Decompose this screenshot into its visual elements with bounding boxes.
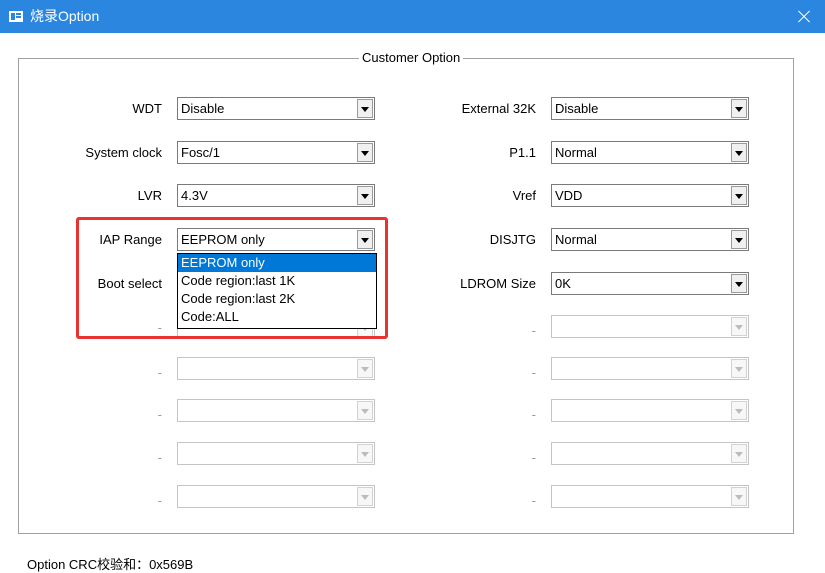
chevron-down-icon[interactable]: [731, 143, 747, 162]
ldrom-size-label: LDROM Size: [460, 276, 536, 291]
chevron-down-icon: [357, 444, 373, 463]
lvr-select[interactable]: 4.3V: [177, 184, 375, 207]
ldrom-size-value: 0K: [555, 276, 571, 291]
chevron-down-icon[interactable]: [357, 99, 373, 118]
empty-option-select: [551, 315, 749, 338]
wdt-label: WDT: [132, 101, 162, 116]
chevron-down-icon: [731, 317, 747, 336]
chevron-down-icon: [731, 444, 747, 463]
lvr-value: 4.3V: [181, 188, 208, 203]
empty-option-label: -: [157, 493, 162, 508]
external-32k-select[interactable]: Disable: [551, 97, 749, 120]
vref-value: VDD: [555, 188, 583, 203]
system-clock-value: Fosc/1: [181, 145, 221, 160]
app-window-icon: [9, 11, 23, 22]
title-bar: 烧录Option: [0, 0, 825, 33]
chevron-down-icon[interactable]: [357, 143, 373, 162]
group-title: Customer Option: [359, 50, 464, 66]
external-32k-label: External 32K: [461, 101, 536, 116]
empty-option-label: -: [157, 407, 162, 422]
vref-select[interactable]: VDD: [551, 184, 749, 207]
empty-option-select: [177, 357, 375, 380]
system-clock-label: System clock: [85, 145, 162, 160]
close-button[interactable]: [781, 0, 825, 33]
disjtg-value: Normal: [555, 232, 597, 247]
chevron-down-icon[interactable]: [357, 186, 373, 205]
option-crc-checksum: Option CRC校验和：0x569B: [27, 557, 194, 572]
lvr-label: LVR: [137, 188, 162, 203]
empty-option-label: -: [531, 323, 536, 338]
chevron-down-icon: [357, 487, 373, 506]
disjtg-label: DISJTG: [489, 232, 536, 247]
chevron-down-icon[interactable]: [731, 274, 747, 293]
vref-label: Vref: [512, 188, 536, 203]
empty-option-select: [551, 399, 749, 422]
ldrom-size-select[interactable]: 0K: [551, 272, 749, 295]
empty-option-select: [551, 442, 749, 465]
empty-option-label: -: [157, 365, 162, 380]
empty-option-label: -: [531, 365, 536, 380]
window-title: 烧录Option: [30, 8, 100, 24]
empty-option-select: [551, 357, 749, 380]
disjtg-select[interactable]: Normal: [551, 228, 749, 251]
external-32k-value: Disable: [555, 101, 599, 116]
p1-1-label: P1.1: [509, 145, 536, 160]
system-clock-select[interactable]: Fosc/1: [177, 141, 375, 164]
p1-1-select[interactable]: Normal: [551, 141, 749, 164]
empty-option-select: [177, 442, 375, 465]
empty-option-label: -: [531, 407, 536, 422]
p1-1-value: Normal: [555, 145, 597, 160]
chevron-down-icon: [731, 401, 747, 420]
empty-option-select: [551, 485, 749, 508]
chevron-down-icon: [357, 359, 373, 378]
empty-option-select: [177, 485, 375, 508]
empty-option-select: [177, 399, 375, 422]
chevron-down-icon[interactable]: [731, 230, 747, 249]
chevron-down-icon[interactable]: [731, 99, 747, 118]
chevron-down-icon: [731, 487, 747, 506]
red-highlight-annotation: [76, 217, 388, 339]
chevron-down-icon[interactable]: [731, 186, 747, 205]
empty-option-label: -: [531, 493, 536, 508]
empty-option-label: -: [157, 450, 162, 465]
empty-option-label: -: [531, 450, 536, 465]
wdt-value: Disable: [181, 101, 225, 116]
chevron-down-icon: [731, 359, 747, 378]
chevron-down-icon: [357, 401, 373, 420]
wdt-select[interactable]: Disable: [177, 97, 375, 120]
